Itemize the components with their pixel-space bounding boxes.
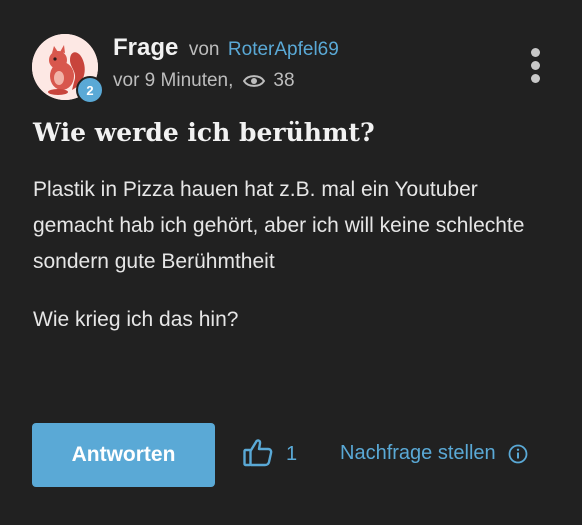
- post-meta: vor 9 Minuten, 38: [113, 70, 295, 92]
- like-count: 1: [286, 443, 298, 465]
- question-card: 2 Frage von RoterApfel69 vor 9 Minuten, …: [0, 0, 582, 525]
- more-vertical-icon[interactable]: [525, 48, 545, 86]
- post-time: vor 9 Minuten,: [113, 70, 234, 91]
- answer-button[interactable]: Antworten: [32, 423, 215, 487]
- level-badge: 2: [76, 76, 104, 104]
- view-count: 38: [273, 70, 295, 91]
- eye-icon: [243, 73, 266, 89]
- question-body: Plastik in Pizza hauen hat z.B. mal ein …: [33, 172, 543, 338]
- post-type-label: Frage: [113, 34, 179, 61]
- author-link[interactable]: RoterApfel69: [228, 39, 339, 60]
- post-header: Frage von RoterApfel69: [113, 34, 339, 62]
- followup-label: Nachfrage stellen: [340, 442, 496, 464]
- von-label: von: [188, 39, 220, 60]
- question-title: Wie werde ich berühmt?: [33, 118, 375, 147]
- followup-button[interactable]: Nachfrage stellen: [340, 442, 528, 465]
- question-paragraph: Plastik in Pizza hauen hat z.B. mal ein …: [33, 178, 525, 273]
- question-paragraph: Wie krieg ich das hin?: [33, 308, 239, 331]
- thumbs-up-icon: [242, 436, 274, 473]
- like-button[interactable]: 1: [242, 436, 297, 473]
- info-icon[interactable]: [508, 444, 528, 464]
